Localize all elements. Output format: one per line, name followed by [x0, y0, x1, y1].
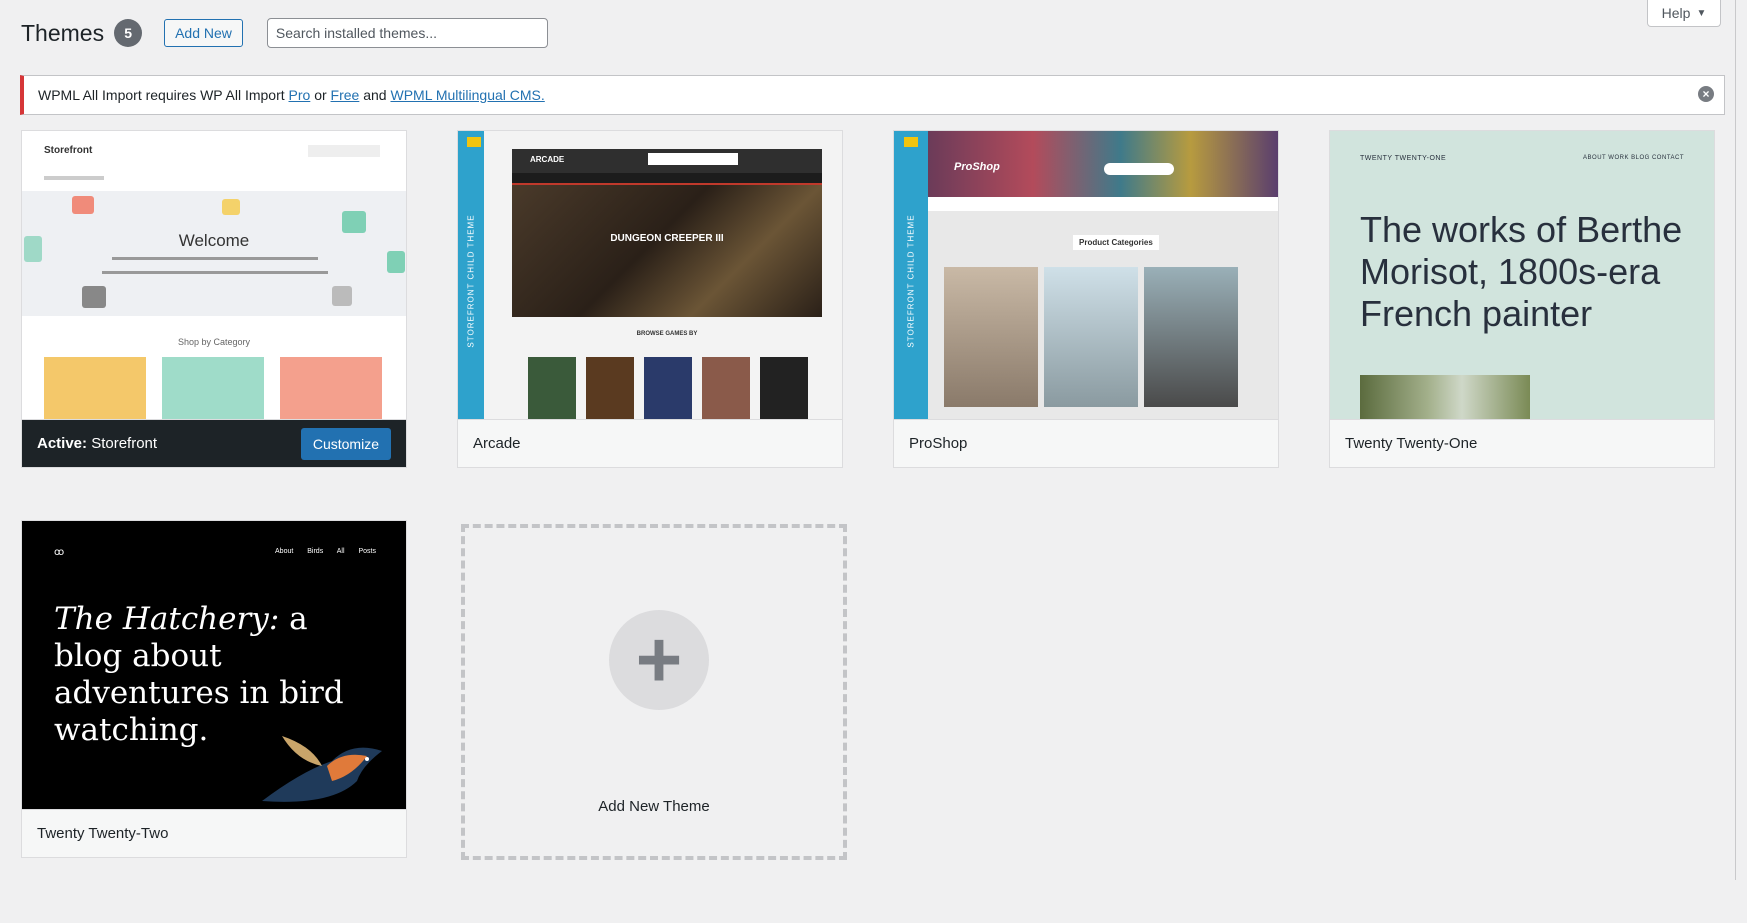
wpml-multilingual-link[interactable]: WPML Multilingual CMS.	[390, 87, 544, 103]
preview-nav: About Birds All Posts	[275, 548, 376, 555]
theme-name-bar: Arcade	[458, 419, 842, 467]
help-tab-button[interactable]: Help ▼	[1647, 0, 1721, 27]
notice-text: WPML All Import requires WP All Import P…	[38, 87, 545, 103]
caret-down-icon: ▼	[1696, 7, 1707, 19]
preview-subnav	[512, 173, 822, 185]
themes-header: Themes 5 Add New	[21, 18, 548, 48]
preview-welcome: Welcome	[178, 231, 250, 250]
storefront-preview: Storefront Welcome Shop by Category	[22, 131, 406, 419]
preview-headline-italic: The Hatchery:	[54, 601, 280, 637]
preview-category-photo	[944, 267, 1038, 407]
preview-ribbon-label: STOREFRONT CHILD THEME	[466, 214, 476, 348]
theme-card-twenty-twenty-one[interactable]: TWENTY TWENTY-ONE ABOUT WORK BLOG CONTAC…	[1329, 130, 1715, 468]
preview-game-thumb	[702, 357, 750, 419]
preview-product	[162, 357, 264, 419]
theme-name: Arcade	[473, 435, 521, 452]
theme-screenshot[interactable]: STOREFRONT CHILD THEME ProShop Product C…	[894, 131, 1278, 419]
preview-menu	[928, 197, 1278, 211]
preview-logo: ꝏ	[54, 547, 65, 558]
preview-game-thumb	[528, 357, 576, 419]
search-themes-input[interactable]	[266, 18, 548, 48]
preview-ribbon-label: STOREFRONT CHILD THEME	[906, 214, 916, 348]
preview-search-box	[1104, 163, 1174, 175]
theme-card-arcade[interactable]: STOREFRONT CHILD THEME ARCADE DUNGEON CR…	[457, 130, 843, 468]
theme-card-storefront[interactable]: Storefront Welcome Shop by Category Acti	[21, 130, 407, 468]
twenty-twenty-two-preview: ꝏ About Birds All Posts The Hatchery: a …	[22, 521, 406, 809]
theme-name-bar: ProShop	[894, 419, 1278, 467]
help-label: Help	[1661, 5, 1691, 21]
preview-search-box	[648, 153, 738, 165]
preview-painting	[1360, 375, 1530, 419]
page-title: Themes	[21, 19, 105, 46]
notice-text-part: and	[359, 87, 391, 103]
theme-name-text: Storefront	[91, 435, 158, 452]
preview-banner-title: DUNGEON CREEPER III	[610, 233, 724, 244]
customize-button[interactable]: Customize	[300, 427, 391, 460]
preview-game-thumb	[760, 357, 808, 419]
theme-name: Twenty Twenty-Two	[37, 825, 169, 842]
preview-section-title: BROWSE GAMES BY	[636, 331, 698, 337]
notice-text-part: or	[310, 87, 331, 103]
theme-screenshot[interactable]: STOREFRONT CHILD THEME ARCADE DUNGEON CR…	[458, 131, 842, 419]
theme-screenshot[interactable]: Storefront Welcome Shop by Category	[22, 131, 406, 419]
theme-card-twenty-twenty-two[interactable]: ꝏ About Birds All Posts The Hatchery: a …	[21, 520, 407, 858]
notice-text-part: WPML All Import requires WP All Import	[38, 87, 289, 103]
preview-section-title: Product Categories	[1073, 235, 1159, 250]
scrollbar-track[interactable]	[1735, 0, 1742, 880]
theme-card-proshop[interactable]: STOREFRONT CHILD THEME ProShop Product C…	[893, 130, 1279, 468]
preview-category-photo	[1144, 267, 1238, 407]
preview-nav: ABOUT WORK BLOG CONTACT	[1583, 155, 1684, 161]
preview-game-thumb	[644, 357, 692, 419]
add-new-theme-label: Add New Theme	[598, 798, 710, 815]
preview-hero-shirts	[24, 196, 405, 308]
theme-screenshot[interactable]: TWENTY TWENTY-ONE ABOUT WORK BLOG CONTAC…	[1330, 131, 1714, 419]
bird-illustration	[262, 736, 382, 802]
preview-brand: Storefront	[44, 145, 93, 156]
crown-icon	[904, 137, 918, 147]
preview-text-line	[112, 257, 318, 260]
plus-icon: +	[609, 610, 709, 710]
preview-search-box	[308, 145, 380, 157]
preview-logo: ProShop	[954, 161, 1000, 173]
preview-logo: ARCADE	[530, 155, 565, 164]
theme-name-bar: Twenty Twenty-One	[1330, 419, 1714, 467]
free-link[interactable]: Free	[331, 87, 360, 103]
theme-count-badge: 5	[114, 19, 143, 47]
theme-name: Active: Storefront	[37, 435, 157, 452]
crown-icon	[467, 137, 481, 147]
preview-product	[280, 357, 382, 419]
theme-screenshot[interactable]: ꝏ About Birds All Posts The Hatchery: a …	[22, 521, 406, 809]
add-new-theme-tile[interactable]: + Add New Theme	[461, 524, 847, 860]
theme-name: Twenty Twenty-One	[1345, 435, 1478, 452]
preview-site-title: TWENTY TWENTY-ONE	[1360, 155, 1447, 162]
arcade-preview: STOREFRONT CHILD THEME ARCADE DUNGEON CR…	[458, 131, 842, 419]
theme-name-bar: Twenty Twenty-Two	[22, 809, 406, 857]
preview-shop-by-category: Shop by Category	[177, 337, 251, 347]
active-prefix: Active:	[37, 435, 88, 452]
theme-name: ProShop	[909, 435, 968, 452]
preview-menu	[44, 176, 104, 180]
twenty-twenty-one-preview: TWENTY TWENTY-ONE ABOUT WORK BLOG CONTAC…	[1330, 131, 1714, 419]
theme-active-bar: Active: Storefront Customize	[22, 419, 406, 467]
preview-category-photo	[1044, 267, 1138, 407]
page-scrollbar[interactable]	[1731, 0, 1747, 923]
preview-banner	[512, 185, 822, 317]
dismiss-notice-icon[interactable]: ×	[1698, 86, 1714, 102]
pro-link[interactable]: Pro	[289, 87, 311, 103]
add-new-button[interactable]: Add New	[164, 19, 243, 47]
preview-game-thumb	[586, 357, 634, 419]
preview-text-line	[102, 271, 328, 274]
preview-product	[44, 357, 146, 419]
proshop-preview: STOREFRONT CHILD THEME ProShop Product C…	[894, 131, 1278, 419]
wpml-notice: WPML All Import requires WP All Import P…	[20, 75, 1725, 115]
preview-headline: The works of Berthe Morisot, 1800s-era F…	[1360, 209, 1683, 334]
